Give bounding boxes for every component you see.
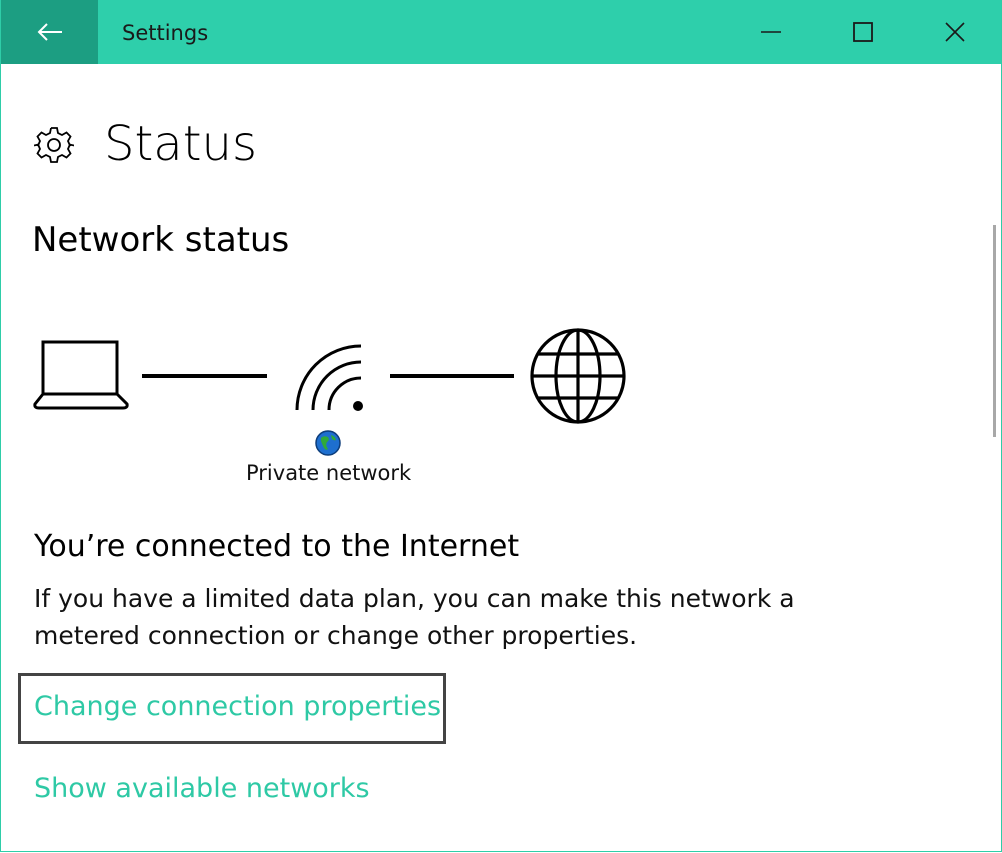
maximize-icon [853,22,873,42]
scrollbar[interactable] [987,64,1001,851]
title-bar: Settings [1,0,1001,64]
connection-description: If you have a limited data plan, you can… [34,584,795,650]
settings-window: Settings Status Network status Private n… [0,0,1002,852]
window-title: Settings [122,21,209,45]
network-diagram: Private network [1,300,701,500]
section-title: Network status [32,220,290,260]
arrow-left-icon [37,23,62,41]
minimize-icon [761,31,781,33]
globe-badge-icon [315,430,341,456]
network-type-label: Private network [246,461,412,485]
globe-icon [530,328,626,424]
show-available-networks-link[interactable]: Show available networks [34,772,370,806]
gear-icon [34,127,74,163]
change-connection-properties-link[interactable]: Change connection properties [34,690,441,724]
wifi-icon [295,344,363,411]
maximize-button[interactable] [817,0,909,64]
close-button[interactable] [909,0,1001,64]
minimize-button[interactable] [725,0,817,64]
connection-line-internet [390,374,514,378]
connection-status-title: You’re connected to the Internet [34,529,520,564]
scrollbar-thumb[interactable] [993,225,996,437]
back-button[interactable] [1,0,98,64]
page-title: Status [104,116,257,172]
laptop-icon [33,340,129,410]
close-icon [945,22,965,42]
connection-line-device [142,374,267,378]
